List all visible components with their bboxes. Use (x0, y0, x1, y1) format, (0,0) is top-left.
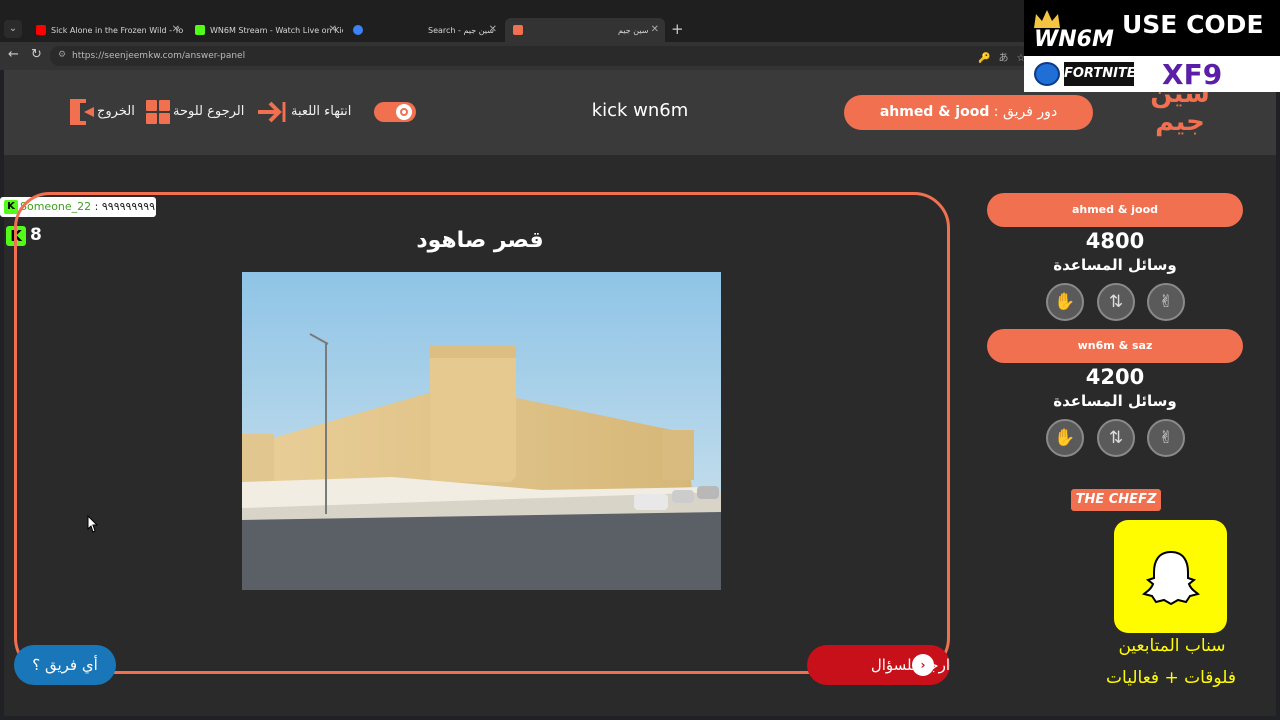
site-info-icon[interactable]: ⚙ (58, 50, 66, 60)
helpers-label: وسائل المساعدة (1053, 392, 1177, 410)
chevron-right-icon[interactable]: › (912, 654, 934, 676)
tab-title: سين جيم (618, 25, 649, 35)
hand-stop-icon[interactable]: ✋ (1046, 283, 1084, 321)
team-score: 4200 (1085, 365, 1145, 389)
turn-team: ahmed & jood (879, 104, 990, 120)
youtube-favicon-icon (36, 25, 46, 35)
chefz-logo: THE CHEFZ (1071, 489, 1161, 511)
close-icon[interactable]: ✕ (329, 24, 337, 35)
promo-brand-logo: WN6M (1034, 27, 1114, 52)
close-icon[interactable]: ✕ (651, 24, 659, 35)
promo-use-code-label: USE CODE (1122, 10, 1264, 39)
exit-label[interactable]: الخروج (97, 104, 135, 119)
tab-title: Sick Alone in the Frozen Wild - Yo (51, 25, 184, 35)
url-field[interactable]: https://seenjeemkw.com/answer-panel (50, 46, 1030, 66)
toggle-knob[interactable] (396, 104, 412, 120)
board-grid-icon[interactable] (146, 100, 170, 124)
fort-photo (242, 272, 721, 590)
tab-title: WN6M Stream - Watch Live on Kic (210, 25, 343, 35)
stream-title: kick wn6m (591, 100, 689, 121)
swap-icon[interactable]: ⇅ (1097, 419, 1135, 457)
site-favicon-icon (513, 25, 523, 35)
kick-favicon-icon (195, 25, 205, 35)
team-name-badge: wn6m & saz (987, 329, 1243, 363)
rocket-league-logo-icon (1034, 62, 1060, 86)
victory-hand-icon[interactable]: ✌ (1147, 419, 1185, 457)
close-icon[interactable]: ✕ (489, 24, 497, 35)
end-game-label[interactable]: انتهاء اللعبة (291, 104, 351, 119)
new-tab-plus-icon[interactable]: + (671, 20, 684, 38)
swap-icon[interactable]: ⇅ (1097, 283, 1135, 321)
browser-tab[interactable]: Search - سين جيم ✕ (345, 18, 503, 42)
victory-hand-icon[interactable]: ✌ (1147, 283, 1185, 321)
search-favicon-icon (353, 25, 363, 35)
helpers-label: وسائل المساعدة (1053, 256, 1177, 274)
question-title: قصر صاهود (416, 228, 544, 253)
which-team-button[interactable]: أي فريق ؟ (14, 645, 116, 685)
close-icon[interactable]: ✕ (172, 24, 180, 35)
tab-list-dropdown[interactable]: ⌄ (4, 20, 22, 38)
team-turn-badge: دور فريق : ahmed & jood (844, 95, 1093, 130)
snap-followers-label: سناب المتابعين (1118, 636, 1226, 656)
fortnite-logo: FORTNITE (1064, 62, 1136, 86)
browser-tab[interactable]: Sick Alone in the Frozen Wild - Yo ✕ (28, 18, 186, 42)
kick-logo-icon: K (4, 200, 18, 214)
promo-code-value: XF9 (1162, 58, 1223, 91)
browser-tab-active[interactable]: سين جيم ✕ (505, 18, 665, 42)
team-score: 4800 (1085, 229, 1145, 253)
hand-stop-icon[interactable]: ✋ (1046, 419, 1084, 457)
team-name-badge: ahmed & jood (987, 193, 1243, 227)
end-game-arrow-icon[interactable] (258, 101, 286, 123)
back-to-board-label[interactable]: الرجوع للوحة (173, 104, 244, 119)
back-arrow-icon[interactable]: ← (8, 47, 19, 62)
promo-code-strip (1024, 56, 1280, 92)
exit-icon[interactable] (70, 99, 94, 125)
tab-title: Search - سين جيم (428, 25, 494, 35)
turn-prefix: دور فريق : (989, 104, 1058, 120)
snapchat-ghost-icon (1142, 550, 1200, 606)
snap-vlogs-label: فلوقات + فعاليات (1106, 668, 1236, 688)
reload-icon[interactable]: ↻ (31, 47, 42, 62)
mouse-cursor-icon (87, 515, 98, 533)
back-to-question-label: ارجع للسؤال (870, 656, 950, 674)
browser-tab[interactable]: WN6M Stream - Watch Live on Kic ✕ (187, 18, 343, 42)
